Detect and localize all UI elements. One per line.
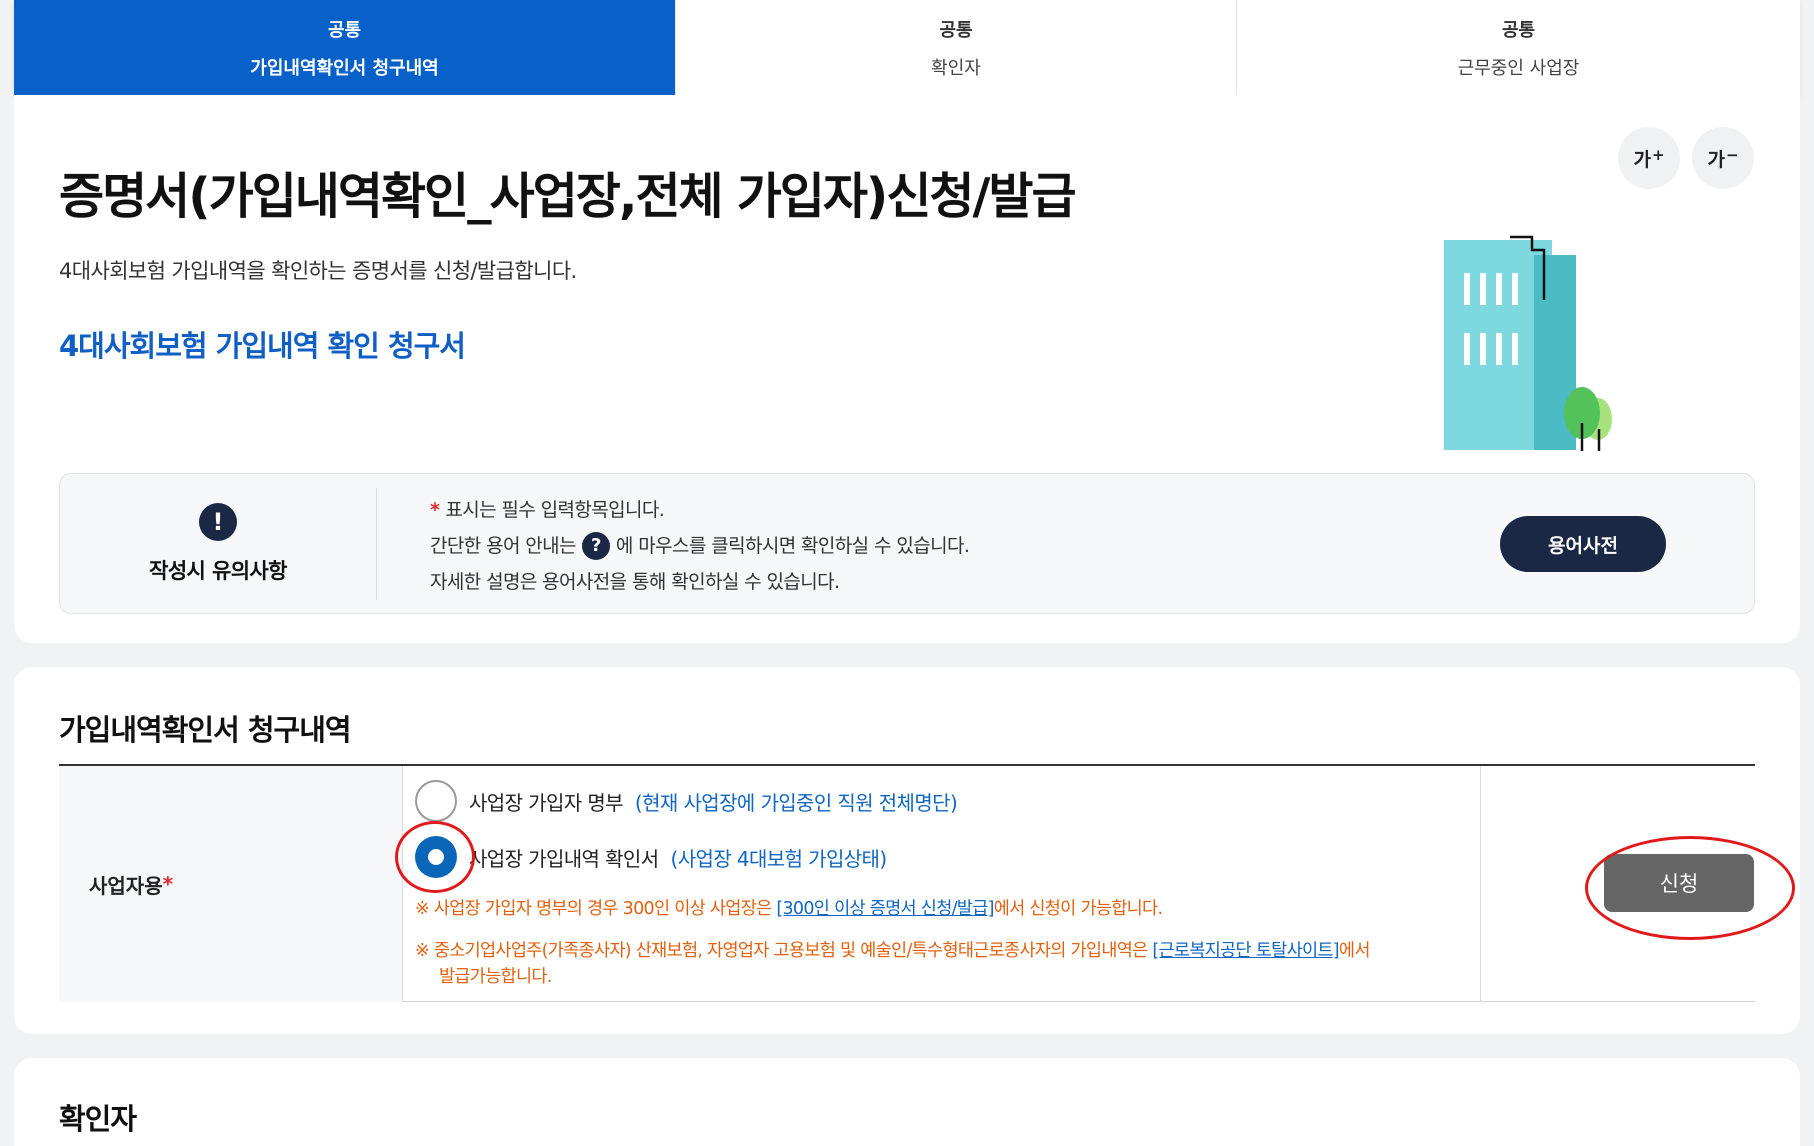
notice-title: 작성시 유의사항 [149, 559, 287, 583]
option-enrollment-certificate[interactable]: 사업장 가입내역 확인서 (사업장 4대보험 가입상태) [415, 836, 887, 878]
notice-text: 자세한 설명은 용어사전을 통해 확인하실 수 있습니다. [430, 571, 840, 593]
option-note: (현재 사업장에 가입중인 직원 전체명단) [634, 790, 958, 815]
font-increase-button[interactable]: 가 + [1618, 127, 1680, 189]
exclamation-icon: ! [199, 503, 237, 541]
warning-300-employees: ※ 사업장 가입자 명부의 경우 300인 이상 사업장은 [300인 이상 증… [415, 896, 1163, 922]
notice-text: 에 마우스를 클릭하시면 확인하실 수 있습니다. [615, 535, 970, 557]
section-title: 가입내역확인서 청구내역 [59, 713, 352, 747]
option-label: 사업장 가입내역 확인서 [469, 846, 659, 871]
required-mark: * [430, 499, 440, 521]
radio-button[interactable] [415, 780, 457, 822]
required-mark: * [162, 872, 174, 896]
warning-text: 발급가능합니다. [439, 967, 552, 987]
apply-button[interactable]: 신청 [1604, 854, 1754, 912]
claim-table: 사업자용 * 사업장 가입자 명부 (현재 사업장에 가입중인 직원 전체명단) … [59, 764, 1795, 1002]
notice-line-required: * 표시는 필수 입력항목입니다. [430, 492, 969, 528]
notice-heading: ! 작성시 유의사항 [60, 488, 377, 600]
notice-text: 간단한 용어 안내는 [430, 535, 577, 557]
tab-workplace[interactable]: 공통 근무중인 사업장 [1237, 0, 1800, 95]
step-tabs: 공통 가입내역확인서 청구내역 공통 확인자 공통 근무중인 사업장 [14, 0, 1800, 95]
question-icon: ? [581, 532, 610, 560]
claim-card: 가입내역확인서 청구내역 사업자용 * 사업장 가입자 명부 (현재 사업장에 가… [14, 667, 1800, 1034]
option-member-list[interactable]: 사업장 가입자 명부 (현재 사업장에 가입중인 직원 전체명단) [415, 780, 958, 822]
page: 공통 가입내역확인서 청구내역 공통 확인자 공통 근무중인 사업장 가 + 가 −… [0, 0, 1814, 1146]
option-note: (사업장 4대보험 가입상태) [670, 846, 888, 871]
warning-text: 에서 신청이 가능합니다. [993, 899, 1163, 919]
glossary-button[interactable]: 용어사전 [1500, 516, 1666, 572]
radio-button-checked[interactable] [415, 836, 457, 878]
notice-box: ! 작성시 유의사항 * 표시는 필수 입력항목입니다. 간단한 용어 안내는 … [59, 473, 1755, 614]
row-label: 사업자용 [89, 873, 163, 898]
font-increase-label: 가 [1633, 148, 1651, 171]
link-comwel-site[interactable]: [근로복지공단 토탈사이트] [1152, 941, 1339, 961]
font-decrease-label: 가 [1707, 148, 1725, 171]
notice-lines: * 표시는 필수 입력항목입니다. 간단한 용어 안내는 ? 에 마우스를 클릭… [430, 492, 970, 600]
page-description: 4대사회보험 가입내역을 확인하는 증명서를 신청/발급합니다. [59, 259, 577, 283]
minus-icon: − [1725, 146, 1739, 164]
font-decrease-button[interactable]: 가 − [1692, 127, 1754, 189]
warning-comwel: ※ 중소기업사업주(가족종사자) 산재보험, 자영업자 고용보험 및 예술인/특… [415, 938, 1370, 990]
building-illustration [1444, 235, 1612, 451]
warning-text: ※ 사업장 가입자 명부의 경우 300인 이상 사업장은 [415, 899, 777, 919]
option-label: 사업장 가입자 명부 [469, 790, 624, 815]
tab-label: 근무중인 사업장 [1457, 57, 1580, 79]
section-title: 확인자 [59, 1102, 137, 1136]
notice-line-help: 간단한 용어 안내는 ? 에 마우스를 클릭하시면 확인하실 수 있습니다. [430, 528, 970, 564]
tab-category: 공통 [939, 19, 973, 41]
options-cell: 사업장 가입자 명부 (현재 사업장에 가입중인 직원 전체명단) 사업장 가입… [395, 766, 1481, 1002]
tab-claim-details[interactable]: 공통 가입내역확인서 청구내역 [14, 0, 676, 95]
warning-text: ※ 중소기업사업주(가족종사자) 산재보험, 자영업자 고용보험 및 예술인/특… [415, 941, 1153, 961]
claim-form-link[interactable]: 4대사회보험 가입내역 확인 청구서 [59, 323, 466, 365]
row-header: 사업자용 * [59, 766, 403, 1002]
tab-category: 공통 [1501, 19, 1536, 41]
tab-label: 확인자 [931, 57, 981, 79]
plus-icon: + [1651, 146, 1665, 164]
tab-category: 공통 [327, 19, 362, 41]
intro-card: 가 + 가 − 증명서(가입내역확인_사업장,전체 가입자)신청/발급 4대사회보험… [14, 95, 1800, 643]
warning-text: 에서 [1338, 941, 1371, 961]
tab-confirmer[interactable]: 공통 확인자 [676, 0, 1237, 95]
notice-line-dictionary: 자세한 설명은 용어사전을 통해 확인하실 수 있습니다. [430, 564, 969, 600]
notice-text: 표시는 필수 입력항목입니다. [445, 499, 665, 521]
confirmer-card: 확인자 [14, 1058, 1800, 1146]
link-300-certificate[interactable]: [300인 이상 증명서 신청/발급] [776, 899, 994, 919]
page-title: 증명서(가입내역확인_사업장,전체 가입자)신청/발급 [59, 168, 1077, 225]
tab-label: 가입내역확인서 청구내역 [250, 57, 439, 79]
